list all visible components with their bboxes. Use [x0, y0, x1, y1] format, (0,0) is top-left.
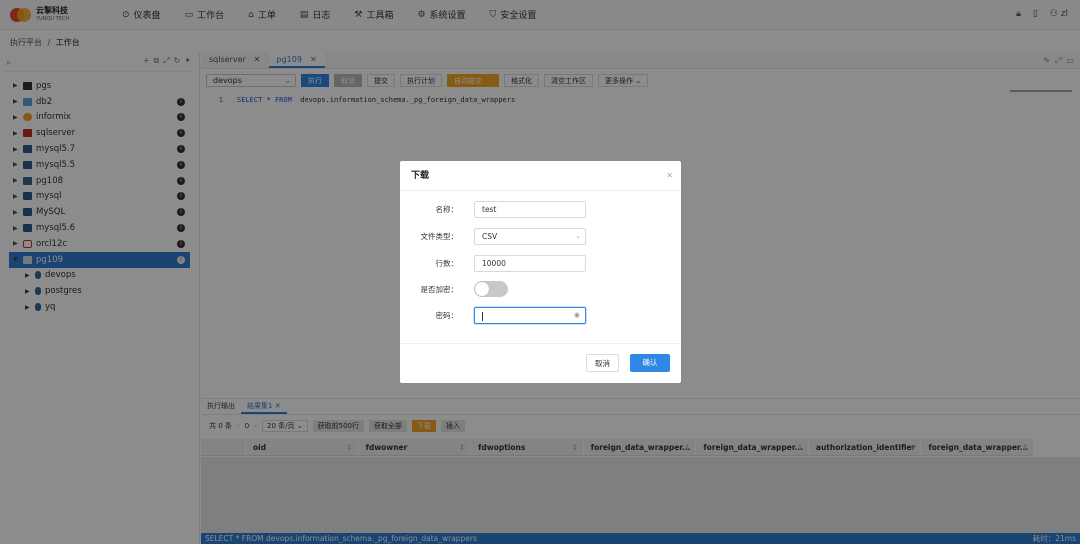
field-label: 是否加密：: [420, 285, 459, 294]
row-count-input[interactable]: 10000: [474, 255, 586, 272]
field-label: 名称：: [435, 205, 459, 214]
form-row-name: 名称： test: [400, 201, 681, 218]
filename-input[interactable]: test: [474, 201, 586, 218]
dialog-footer: 取消 确认: [400, 343, 681, 383]
password-input[interactable]: ◉: [474, 307, 586, 324]
form-row-encrypt: 是否加密：: [400, 281, 681, 298]
file-type-select[interactable]: CSV ⌄: [474, 228, 586, 245]
close-icon[interactable]: ✕: [666, 161, 673, 191]
dialog-title: 下载: [411, 171, 430, 181]
toggle-knob: [475, 282, 489, 296]
form-row-type: 文件类型： CSV ⌄: [400, 228, 681, 245]
field-label: 文件类型：: [420, 232, 459, 241]
confirm-button[interactable]: 确认: [630, 354, 670, 372]
cancel-button[interactable]: 取消: [586, 354, 619, 372]
form-row-rows: 行数： 10000: [400, 255, 681, 272]
text-cursor: [482, 311, 483, 321]
encrypt-toggle[interactable]: [474, 281, 508, 297]
dialog-header: 下载 ✕: [400, 161, 681, 191]
field-label: 密码：: [435, 311, 459, 320]
chevron-down-icon: ⌄: [575, 232, 581, 240]
eye-icon[interactable]: ◉: [574, 308, 580, 323]
download-dialog: 下载 ✕ 名称： test 文件类型： CSV ⌄ 行数： 10000 是否加密：…: [400, 161, 681, 383]
field-label: 行数：: [435, 259, 459, 268]
file-type-value: CSV: [482, 232, 498, 241]
form-row-password: 密码： ◉: [400, 307, 681, 324]
